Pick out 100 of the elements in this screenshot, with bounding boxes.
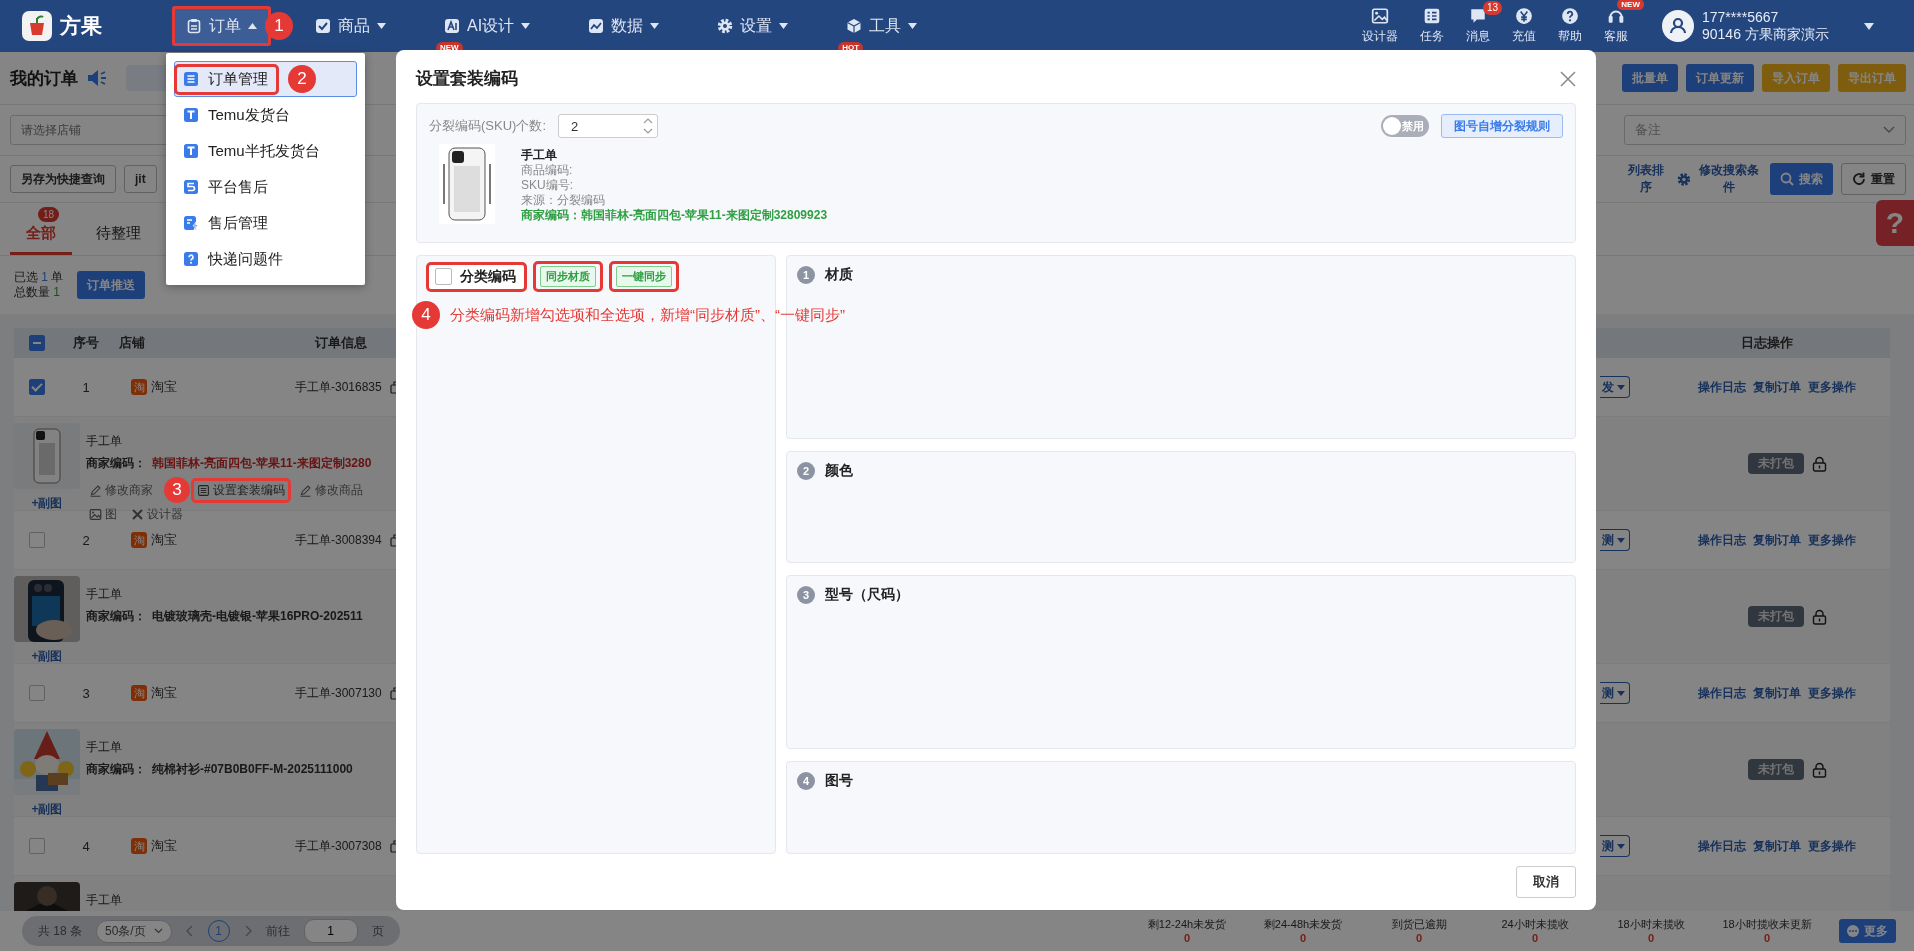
sort-link[interactable]: 列表排序 <box>1624 162 1669 196</box>
product-action-link[interactable]: 修改商品 <box>296 480 366 500</box>
nav-menu[interactable]: 商品 <box>301 6 400 46</box>
toolbar-button[interactable]: 帮助 <box>1558 7 1582 45</box>
category-checkbox[interactable]: 分类编码 <box>429 264 524 289</box>
more-button[interactable]: 更多 <box>1839 919 1896 943</box>
row-checkbox[interactable] <box>29 379 45 395</box>
step-number: 1 <box>797 266 815 284</box>
action-button[interactable]: 批量单 <box>1622 64 1678 92</box>
nav-menu[interactable]: 数据 <box>574 6 674 46</box>
question-icon <box>183 251 199 267</box>
chevron-icon <box>1883 126 1895 134</box>
previous-page-icon[interactable] <box>185 925 194 937</box>
search-button[interactable]: 搜索 <box>1770 163 1833 195</box>
shop-logo: 淘 <box>131 379 147 395</box>
checkbox-icon <box>315 18 331 34</box>
order-number: 手工单-3016835 <box>295 378 382 396</box>
select-all-checkbox[interactable] <box>29 335 45 351</box>
menu-item[interactable]: 平台售后 <box>174 169 357 205</box>
product-action-link[interactable]: 图 <box>86 505 120 524</box>
reset-button[interactable]: 重置 <box>1841 163 1906 195</box>
sync-button[interactable]: 一键同步 <box>616 266 672 287</box>
product-action-link[interactable]: 设置套装编码 <box>194 480 288 500</box>
product-name: 手工单 <box>86 433 123 450</box>
toolbar-button[interactable]: 设计器 <box>1362 7 1398 45</box>
row-checkbox[interactable] <box>29 685 45 701</box>
quick-query-button[interactable]: jit <box>124 165 157 193</box>
next-page-icon[interactable] <box>243 925 252 937</box>
nav-menu[interactable]: 设置 <box>703 6 803 46</box>
caret-icon <box>1617 384 1625 390</box>
menu-item[interactable]: Temu半托发货台 <box>174 133 357 169</box>
goto-label: 前往 <box>265 922 290 940</box>
push-orders-button[interactable]: 订单推送 <box>77 271 146 299</box>
toolbar-button[interactable]: 充值 <box>1512 7 1536 45</box>
help-tab[interactable]: ? <box>1876 200 1914 246</box>
merchant-code: 商家编码：韩国菲林-亮面四包-苹果11-来图定制32809923 <box>521 208 828 223</box>
image-icon <box>1371 7 1389 25</box>
row-action-link[interactable]: 操作日志 <box>1698 378 1746 396</box>
split-rule-button[interactable]: 图号自增分裂规则 <box>1441 114 1563 138</box>
caret-icon[interactable] <box>1864 22 1874 30</box>
row-action-link[interactable]: 操作日志 <box>1698 684 1746 702</box>
status-select[interactable]: 测 <box>1600 529 1630 551</box>
lock-icon[interactable] <box>1812 608 1827 625</box>
row-action-link[interactable]: 更多操作 <box>1808 531 1856 549</box>
stat-label: 剩24-48h未发货 <box>1263 917 1343 931</box>
user-avatar[interactable] <box>1662 10 1694 42</box>
table-cell-text: 4 <box>81 838 91 854</box>
lock-icon[interactable] <box>1812 455 1827 472</box>
row-action-link[interactable]: 复制订单 <box>1753 531 1801 549</box>
cancel-button[interactable]: 取消 <box>1516 866 1576 898</box>
merchant-code: 纯棉衬衫-#07B0B0FF-M-2025111000 <box>152 761 353 778</box>
row-action-link[interactable]: 复制订单 <box>1753 837 1801 855</box>
caret-icon <box>779 23 789 29</box>
row-action-link[interactable]: 更多操作 <box>1808 378 1856 396</box>
toggle-switch[interactable]: 禁用 <box>1381 115 1429 137</box>
page-size-select[interactable]: 50条/页 <box>96 919 172 943</box>
refresh-icon <box>1852 172 1866 186</box>
row-action-link[interactable]: 更多操作 <box>1808 837 1856 855</box>
row-action-link[interactable]: 复制订单 <box>1753 684 1801 702</box>
column-header: 日志操作 <box>1740 334 1794 352</box>
status-select[interactable]: 测 <box>1600 835 1630 857</box>
stat-value: 0 <box>1763 931 1771 945</box>
status-select[interactable]: 发 <box>1600 376 1630 398</box>
filter-settings-link[interactable]: 修改搜索条件 <box>1676 162 1762 196</box>
sync-button[interactable]: 同步材质 <box>540 266 596 287</box>
add-image-link[interactable]: +副图 <box>31 801 63 818</box>
row-checkbox[interactable] <box>29 532 45 548</box>
row-action-link[interactable]: 更多操作 <box>1808 684 1856 702</box>
shop-logo: 淘 <box>131 838 147 854</box>
lock-icon[interactable] <box>1812 761 1827 778</box>
row-action-link[interactable]: 操作日志 <box>1698 837 1746 855</box>
nav-menu[interactable]: 订单 <box>172 6 271 46</box>
status-tab[interactable]: 待整理 <box>80 215 157 255</box>
column-header: 店铺 <box>119 334 146 352</box>
page-input[interactable]: 1 <box>303 919 358 943</box>
step-number: 3 <box>797 586 815 604</box>
row-action-link[interactable]: 操作日志 <box>1698 531 1746 549</box>
action-button[interactable]: 订单更新 <box>1686 64 1754 92</box>
row-checkbox[interactable] <box>29 838 45 854</box>
product-action-link[interactable]: 设计器 <box>128 505 186 524</box>
add-image-link[interactable]: +副图 <box>31 495 63 512</box>
selected-count: 已选 1 单 <box>14 270 64 285</box>
close-icon[interactable] <box>1560 70 1576 87</box>
speaker-icon[interactable] <box>86 69 108 87</box>
caret-icon <box>1617 537 1625 543</box>
row-action-link[interactable]: 复制订单 <box>1753 378 1801 396</box>
caret-icon <box>1617 843 1625 849</box>
product-name: 手工单 <box>86 739 123 756</box>
menu-item[interactable]: 快递问题件 <box>174 241 357 277</box>
quick-query-button[interactable]: 另存为快捷查询 <box>10 165 116 193</box>
pack-status-tag: 未打包 <box>1748 453 1804 474</box>
menu-item[interactable]: 售后管理 <box>174 205 357 241</box>
number-input[interactable]: 2 <box>558 114 658 138</box>
caret-icon <box>248 23 257 29</box>
add-image-link[interactable]: +副图 <box>31 648 63 665</box>
product-action-link[interactable]: 修改商家 <box>86 480 156 500</box>
menu-item[interactable]: Temu发货台 <box>174 97 357 133</box>
order-number: 手工单-3007130 <box>295 684 382 702</box>
toolbar-button[interactable]: 任务 <box>1420 7 1444 45</box>
status-select[interactable]: 测 <box>1600 682 1630 704</box>
